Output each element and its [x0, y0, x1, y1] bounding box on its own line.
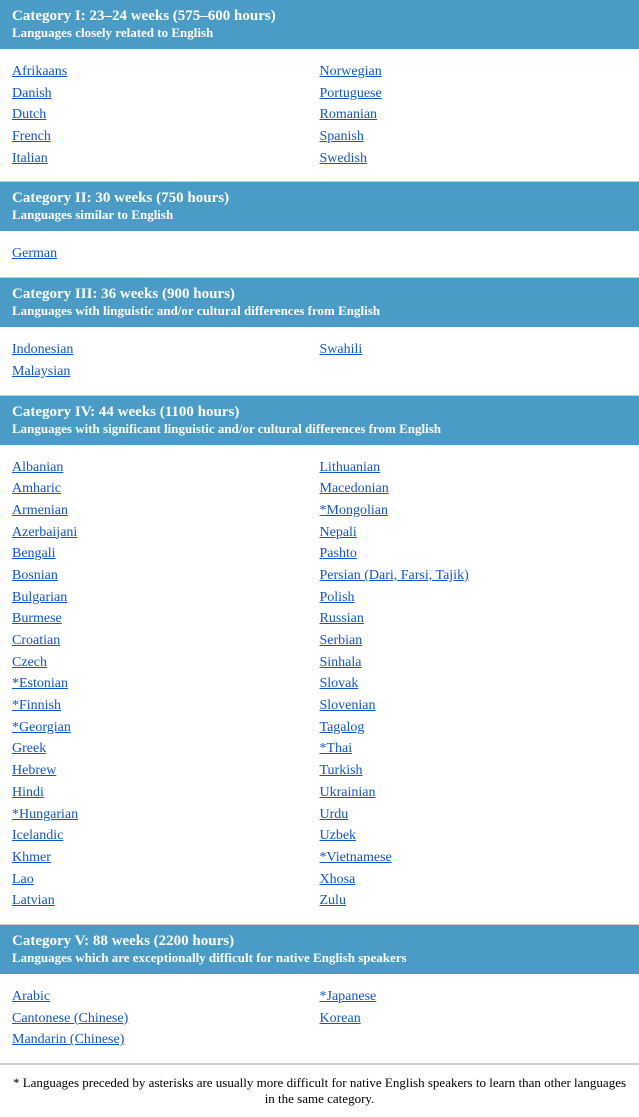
- two-col-layout: AfrikaansDanishDutchFrenchItalianNorwegi…: [12, 57, 627, 173]
- language-link[interactable]: *Japanese: [320, 986, 628, 1008]
- category-body-cat5: ArabicCantonese (Chinese)Mandarin (Chine…: [0, 974, 639, 1064]
- category-title: Category IV: 44 weeks (1100 hours): [12, 404, 627, 421]
- left-column: AfrikaansDanishDutchFrenchItalian: [12, 57, 320, 173]
- category-title: Category II: 30 weeks (750 hours): [12, 190, 627, 207]
- language-link[interactable]: Khmer: [12, 847, 320, 869]
- language-link[interactable]: Tagalog: [320, 717, 628, 739]
- category-subtitle: Languages closely related to English: [12, 25, 627, 41]
- language-link[interactable]: Bengali: [12, 543, 320, 565]
- category-body-cat1: AfrikaansDanishDutchFrenchItalianNorwegi…: [0, 49, 639, 182]
- language-link[interactable]: Malaysian: [12, 361, 320, 383]
- language-link[interactable]: Nepali: [320, 522, 628, 544]
- language-link[interactable]: *Mongolian: [320, 500, 628, 522]
- language-link[interactable]: Mandarin (Chinese): [12, 1029, 320, 1051]
- language-link[interactable]: *Finnish: [12, 695, 320, 717]
- two-col-layout: German: [12, 239, 627, 269]
- category-header-cat5: Category V: 88 weeks (2200 hours) Langua…: [0, 925, 639, 974]
- category-body-cat4: AlbanianAmharicArmenianAzerbaijaniBengal…: [0, 445, 639, 925]
- language-link[interactable]: Urdu: [320, 804, 628, 826]
- category-subtitle: Languages which are exceptionally diffic…: [12, 950, 627, 966]
- language-link[interactable]: Spanish: [320, 126, 628, 148]
- language-link[interactable]: Xhosa: [320, 869, 628, 891]
- left-column: AlbanianAmharicArmenianAzerbaijaniBengal…: [12, 453, 320, 916]
- left-column: IndonesianMalaysian: [12, 335, 320, 386]
- language-link[interactable]: Azerbaijani: [12, 522, 320, 544]
- two-col-layout: ArabicCantonese (Chinese)Mandarin (Chine…: [12, 982, 627, 1055]
- language-link[interactable]: Latvian: [12, 890, 320, 912]
- language-link[interactable]: Slovenian: [320, 695, 628, 717]
- category-header-cat4: Category IV: 44 weeks (1100 hours) Langu…: [0, 396, 639, 445]
- language-link[interactable]: Arabic: [12, 986, 320, 1008]
- language-link[interactable]: Indonesian: [12, 339, 320, 361]
- language-link[interactable]: Ukrainian: [320, 782, 628, 804]
- language-link[interactable]: Cantonese (Chinese): [12, 1008, 320, 1030]
- main-content: Category I: 23–24 weeks (575–600 hours) …: [0, 0, 639, 1117]
- language-link[interactable]: Bosnian: [12, 565, 320, 587]
- footnote: * Languages preceded by asterisks are us…: [0, 1064, 639, 1117]
- language-link[interactable]: Uzbek: [320, 825, 628, 847]
- category-header-cat3: Category III: 36 weeks (900 hours) Langu…: [0, 278, 639, 327]
- language-link[interactable]: French: [12, 126, 320, 148]
- right-column: Swahili: [320, 335, 628, 386]
- language-link[interactable]: Icelandic: [12, 825, 320, 847]
- language-link[interactable]: Bulgarian: [12, 587, 320, 609]
- language-link[interactable]: *Estonian: [12, 673, 320, 695]
- language-link[interactable]: Korean: [320, 1008, 628, 1030]
- category-subtitle: Languages with significant linguistic an…: [12, 421, 627, 437]
- language-link[interactable]: Zulu: [320, 890, 628, 912]
- language-link[interactable]: Pashto: [320, 543, 628, 565]
- language-link[interactable]: Sinhala: [320, 652, 628, 674]
- language-link[interactable]: *Georgian: [12, 717, 320, 739]
- language-link[interactable]: Albanian: [12, 457, 320, 479]
- right-column: LithuanianMacedonian*MongolianNepaliPash…: [320, 453, 628, 916]
- left-column: German: [12, 239, 320, 269]
- language-link[interactable]: *Thai: [320, 738, 628, 760]
- language-link[interactable]: *Vietnamese: [320, 847, 628, 869]
- left-column: ArabicCantonese (Chinese)Mandarin (Chine…: [12, 982, 320, 1055]
- category-title: Category V: 88 weeks (2200 hours): [12, 933, 627, 950]
- language-link[interactable]: Lithuanian: [320, 457, 628, 479]
- category-title: Category III: 36 weeks (900 hours): [12, 286, 627, 303]
- category-title: Category I: 23–24 weeks (575–600 hours): [12, 8, 627, 25]
- language-link[interactable]: Swahili: [320, 339, 628, 361]
- language-link[interactable]: Armenian: [12, 500, 320, 522]
- language-link[interactable]: Russian: [320, 608, 628, 630]
- language-link[interactable]: *Hungarian: [12, 804, 320, 826]
- category-body-cat3: IndonesianMalaysianSwahili: [0, 327, 639, 395]
- right-column: [320, 239, 628, 269]
- language-link[interactable]: Czech: [12, 652, 320, 674]
- category-body-cat2: German: [0, 231, 639, 278]
- category-header-cat1: Category I: 23–24 weeks (575–600 hours) …: [0, 0, 639, 49]
- language-link[interactable]: Macedonian: [320, 478, 628, 500]
- language-link[interactable]: Slovak: [320, 673, 628, 695]
- language-link[interactable]: Turkish: [320, 760, 628, 782]
- category-subtitle: Languages with linguistic and/or cultura…: [12, 303, 627, 319]
- language-link[interactable]: Hebrew: [12, 760, 320, 782]
- right-column: *JapaneseKorean: [320, 982, 628, 1055]
- language-link[interactable]: Danish: [12, 83, 320, 105]
- language-link[interactable]: Romanian: [320, 104, 628, 126]
- language-link[interactable]: Dutch: [12, 104, 320, 126]
- two-col-layout: IndonesianMalaysianSwahili: [12, 335, 627, 386]
- language-link[interactable]: Amharic: [12, 478, 320, 500]
- language-link[interactable]: Afrikaans: [12, 61, 320, 83]
- language-link[interactable]: Swedish: [320, 148, 628, 170]
- language-link[interactable]: Hindi: [12, 782, 320, 804]
- category-subtitle: Languages similar to English: [12, 207, 627, 223]
- language-link[interactable]: Croatian: [12, 630, 320, 652]
- language-link[interactable]: Polish: [320, 587, 628, 609]
- language-link[interactable]: Italian: [12, 148, 320, 170]
- language-link[interactable]: Lao: [12, 869, 320, 891]
- two-col-layout: AlbanianAmharicArmenianAzerbaijaniBengal…: [12, 453, 627, 916]
- language-link[interactable]: Persian (Dari, Farsi, Tajik): [320, 565, 628, 587]
- language-link[interactable]: Serbian: [320, 630, 628, 652]
- language-link[interactable]: German: [12, 243, 320, 265]
- language-link[interactable]: Burmese: [12, 608, 320, 630]
- language-link[interactable]: Greek: [12, 738, 320, 760]
- right-column: NorwegianPortugueseRomanianSpanishSwedis…: [320, 57, 628, 173]
- language-link[interactable]: Portuguese: [320, 83, 628, 105]
- category-header-cat2: Category II: 30 weeks (750 hours) Langua…: [0, 182, 639, 231]
- language-link[interactable]: Norwegian: [320, 61, 628, 83]
